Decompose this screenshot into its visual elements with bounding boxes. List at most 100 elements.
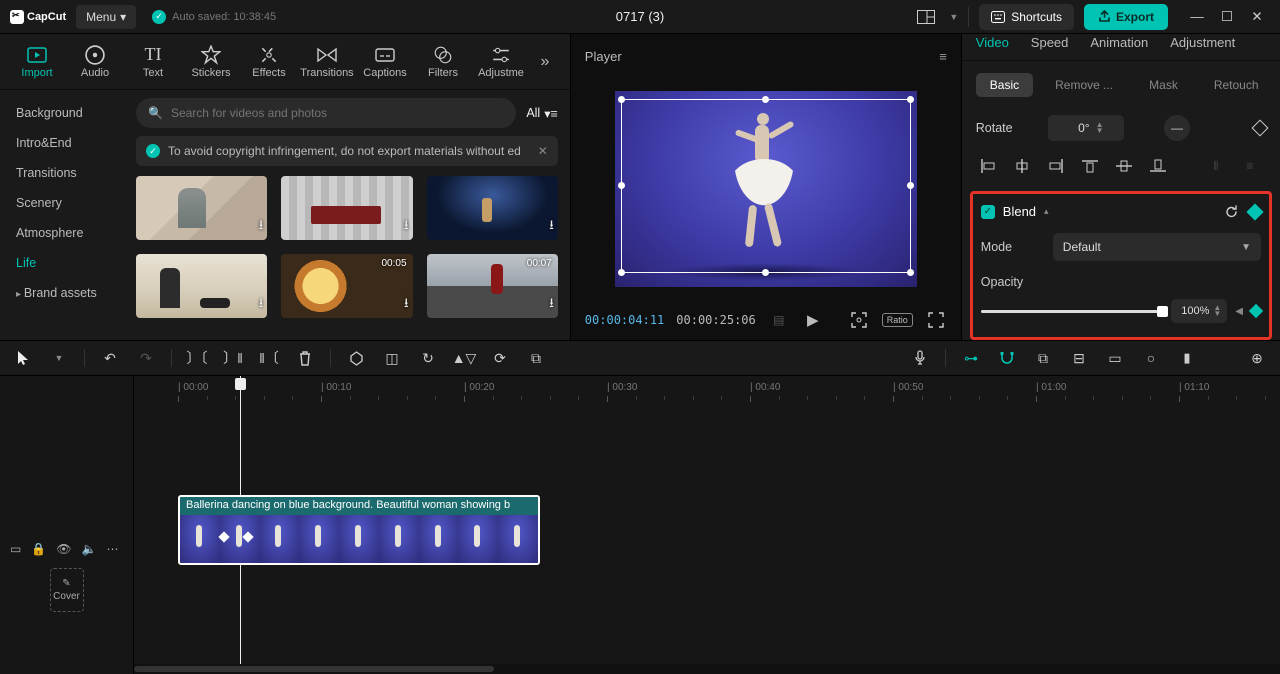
cover-button[interactable]: ✎ Cover — [50, 568, 84, 612]
flip-button[interactable]: — — [1164, 115, 1190, 141]
media-thumb[interactable]: 00:05⭳ — [281, 254, 412, 318]
play-button[interactable]: ▶ — [802, 309, 824, 331]
trim-left-icon[interactable]: 〕‖ — [222, 347, 244, 369]
cat-intro-end[interactable]: Intro&End — [0, 128, 130, 158]
freeze-icon[interactable]: ◫ — [381, 347, 403, 369]
opacity-input[interactable]: 100% ▲▼ — [1171, 299, 1227, 323]
tab-speed[interactable]: Speed — [1031, 35, 1069, 60]
export-button[interactable]: Export — [1084, 4, 1168, 30]
close-icon[interactable]: ✕ — [538, 144, 548, 158]
layout-icon[interactable] — [913, 4, 939, 30]
blend-mode-select[interactable]: Default ▼ — [1053, 233, 1261, 261]
zoom-icon[interactable]: ⊕ — [1246, 347, 1268, 369]
tab-audio[interactable]: Audio — [66, 34, 124, 90]
media-thumb[interactable]: ⭳ — [136, 254, 267, 318]
track-toggle-icon[interactable]: ○ — [1140, 347, 1162, 369]
tab-captions[interactable]: Captions — [356, 34, 414, 90]
checkbox-icon[interactable]: ✓ — [981, 205, 995, 219]
download-icon[interactable]: ⭳ — [549, 294, 554, 316]
cat-transitions[interactable]: Transitions — [0, 158, 130, 188]
search-input[interactable] — [171, 106, 504, 120]
keyframe-diamond-icon[interactable] — [1249, 304, 1263, 318]
tab-filters[interactable]: Filters — [414, 34, 472, 90]
stepper-icon[interactable]: ▲▼ — [1213, 305, 1221, 317]
rotate-input[interactable]: 0° ▲▼ — [1048, 115, 1124, 141]
download-icon[interactable]: ⭳ — [549, 216, 554, 238]
preview-canvas[interactable] — [615, 91, 917, 287]
download-icon[interactable]: ⭳ — [404, 294, 409, 316]
download-icon[interactable]: ⭳ — [404, 216, 409, 238]
timeline-tracks[interactable]: | 00:00| 00:10| 00:20| 00:30| 00:40| 00:… — [134, 376, 1280, 674]
minimize-button[interactable]: ― — [1184, 4, 1210, 30]
slider-knob[interactable] — [1157, 306, 1168, 317]
scan-icon[interactable] — [848, 309, 870, 331]
align-bottom-icon[interactable] — [1146, 155, 1170, 177]
menu-icon[interactable]: ≡ — [939, 49, 947, 64]
tab-transitions[interactable]: Transitions — [298, 34, 356, 90]
shortcuts-button[interactable]: Shortcuts — [979, 4, 1074, 30]
list-icon[interactable]: ▤ — [768, 309, 790, 331]
fullscreen-icon[interactable] — [925, 309, 947, 331]
tab-stickers[interactable]: Stickers — [182, 34, 240, 90]
stepper-icon[interactable]: ▲▼ — [1096, 122, 1104, 134]
tab-animation[interactable]: Animation — [1090, 35, 1148, 60]
align-left-icon[interactable] — [976, 155, 1000, 177]
ratio-button[interactable]: Ratio — [882, 313, 913, 327]
chevron-down-icon[interactable]: ▼ — [48, 347, 70, 369]
media-thumb[interactable]: 00:07⭳ — [427, 254, 558, 318]
filter-all[interactable]: All ▾≡ — [526, 106, 557, 121]
link-icon[interactable]: ⧉ — [1032, 347, 1054, 369]
video-clip[interactable]: Ballerina dancing on blue background. Be… — [178, 495, 540, 565]
download-icon[interactable]: ⭳ — [259, 294, 264, 316]
scrollbar-thumb[interactable] — [134, 666, 494, 672]
timeline-scrollbar[interactable] — [134, 664, 1280, 674]
magnet-icon[interactable] — [996, 347, 1018, 369]
more-icon[interactable]: ⋯ — [106, 542, 118, 556]
close-button[interactable]: ✕ — [1244, 4, 1270, 30]
prev-keyframe-icon[interactable]: ◀ — [1235, 306, 1243, 317]
align-center-v-icon[interactable] — [1112, 155, 1136, 177]
crop-icon[interactable]: ⧉ — [525, 347, 547, 369]
tab-adjustment[interactable]: Adjustme — [472, 34, 530, 90]
media-thumb[interactable]: ⭳ — [281, 176, 412, 240]
reverse-icon[interactable]: ↻ — [417, 347, 439, 369]
cat-background[interactable]: Background — [0, 98, 130, 128]
cat-life[interactable]: Life — [0, 248, 130, 278]
split-icon[interactable]: 〕〔 — [186, 347, 208, 369]
selection-frame[interactable] — [621, 99, 911, 273]
keyframe-diamond-icon[interactable] — [1247, 203, 1264, 220]
marker-icon[interactable]: ▮ — [1176, 347, 1198, 369]
maximize-button[interactable]: ☐ — [1214, 4, 1240, 30]
download-icon[interactable]: ⭳ — [259, 216, 264, 238]
eye-icon[interactable]: 👁 — [56, 542, 71, 556]
track-settings-icon[interactable]: ▭ — [10, 542, 21, 556]
pointer-tool-icon[interactable] — [12, 347, 34, 369]
menu-button[interactable]: Menu ▾ — [76, 5, 136, 29]
search-box[interactable]: 🔍 — [136, 98, 516, 128]
collapse-icon[interactable]: ▴ — [1044, 206, 1049, 217]
subtab-retouch[interactable]: Retouch — [1200, 73, 1273, 97]
tabs-more-icon[interactable]: » — [530, 53, 560, 71]
cat-scenery[interactable]: Scenery — [0, 188, 130, 218]
tab-effects[interactable]: Effects — [240, 34, 298, 90]
tab-text[interactable]: TIText — [124, 34, 182, 90]
subtab-remove[interactable]: Remove ... — [1041, 73, 1127, 97]
tab-import[interactable]: Import — [8, 34, 66, 90]
snap-icon[interactable]: ⊶ — [960, 347, 982, 369]
cat-atmosphere[interactable]: Atmosphere — [0, 218, 130, 248]
undo-icon[interactable]: ↶ — [99, 347, 121, 369]
subtab-mask[interactable]: Mask — [1135, 73, 1192, 97]
trim-right-icon[interactable]: ‖〔 — [258, 347, 280, 369]
tab-video[interactable]: Video — [976, 35, 1009, 60]
reset-icon[interactable] — [1224, 204, 1239, 219]
time-ruler[interactable]: | 00:00| 00:10| 00:20| 00:30| 00:40| 00:… — [134, 376, 1280, 404]
tab-adjustment[interactable]: Adjustment — [1170, 35, 1235, 60]
mark-icon[interactable] — [345, 347, 367, 369]
align-icon[interactable]: ⊟ — [1068, 347, 1090, 369]
opacity-slider[interactable] — [981, 310, 1163, 313]
align-right-icon[interactable] — [1044, 155, 1068, 177]
preview-icon[interactable]: ▭ — [1104, 347, 1126, 369]
align-center-h-icon[interactable] — [1010, 155, 1034, 177]
delete-icon[interactable] — [294, 347, 316, 369]
keyframe-diamond-icon[interactable] — [1252, 120, 1269, 137]
